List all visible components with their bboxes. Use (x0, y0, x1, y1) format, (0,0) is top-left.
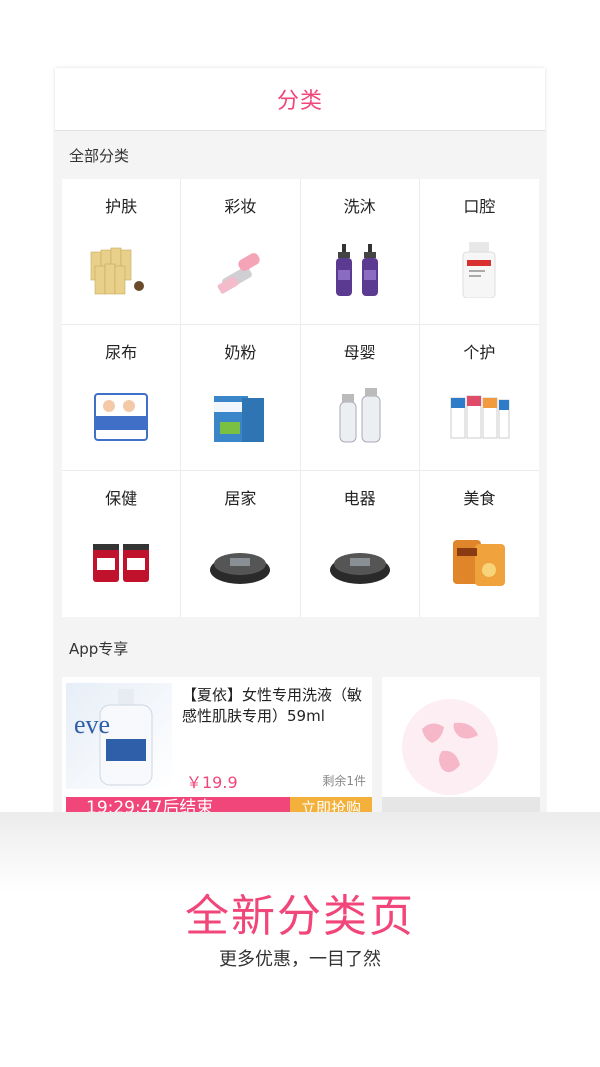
supplement-icon (86, 531, 156, 593)
category-label: 护肤 (105, 197, 138, 216)
phone-screen: 分类 全部分类 护肤 彩妆 洗沐 口腔 尿布 奶粉 母婴 个护 保健 居家 电器… (55, 68, 545, 828)
category-diaper[interactable]: 尿布 (62, 325, 182, 471)
category-personal-care[interactable]: 个护 (419, 325, 539, 471)
category-appliance[interactable]: 电器 (301, 471, 420, 617)
category-grid: 护肤 彩妆 洗沐 口腔 尿布 奶粉 母婴 个护 保健 居家 电器 美食 (62, 179, 539, 617)
header-bar: 分类 (55, 68, 545, 131)
category-food[interactable]: 美食 (420, 471, 539, 617)
category-health[interactable]: 保健 (62, 471, 182, 617)
robot-vacuum-icon (205, 531, 275, 593)
app-exclusive-heading: App专享 (69, 639, 129, 658)
category-label: 个护 (463, 343, 496, 362)
category-label: 居家 (224, 489, 257, 508)
snack-bag-icon (444, 531, 514, 593)
deal-stock: 剩余1件 (322, 774, 366, 788)
category-label: 尿布 (105, 343, 138, 362)
category-oral[interactable]: 口腔 (419, 179, 539, 325)
deal-card[interactable]: eve 【夏依】女性专用洗液（敏感性肌肤专用）59ml ￥19.9 剩余1件 1… (62, 677, 372, 819)
milk-powder-icon (205, 385, 275, 447)
category-label: 美食 (463, 489, 496, 508)
product-image: eve (66, 683, 172, 789)
side-promo-card[interactable] (382, 677, 540, 819)
svg-text:eve: eve (74, 710, 110, 739)
baby-bottle-icon (325, 385, 395, 447)
globe-icon (402, 699, 498, 795)
deal-title: 【夏依】女性专用洗液（敏感性肌肤专用）59ml (182, 686, 363, 725)
category-maternity[interactable]: 母婴 (300, 325, 420, 471)
page-title: 分类 (276, 89, 323, 114)
category-home[interactable]: 居家 (181, 471, 301, 617)
promo-headline: 全新分类页 (185, 891, 415, 942)
category-label: 奶粉 (224, 343, 257, 362)
category-skincare[interactable]: 护肤 (62, 179, 182, 325)
category-label: 彩妆 (224, 197, 257, 216)
deal-price: ￥19.9 (186, 773, 238, 792)
category-bath[interactable]: 洗沐 (300, 179, 420, 325)
app-exclusive-row: eve 【夏依】女性专用洗液（敏感性肌肤专用）59ml ￥19.9 剩余1件 1… (62, 677, 545, 819)
diaper-icon (86, 385, 156, 447)
lipstick-icon (205, 239, 275, 301)
promo-subline: 更多优惠，一目了然 (219, 949, 381, 970)
category-label: 洗沐 (343, 197, 376, 216)
category-label: 口腔 (463, 197, 496, 216)
body-wash-icon (325, 239, 395, 301)
toothpaste-icon (444, 385, 514, 447)
category-label: 电器 (343, 489, 376, 508)
category-label: 母婴 (343, 343, 376, 362)
skincare-icon (86, 239, 156, 301)
mouthwash-icon (444, 239, 514, 301)
category-makeup[interactable]: 彩妆 (181, 179, 301, 325)
category-formula[interactable]: 奶粉 (181, 325, 301, 471)
category-label: 保健 (105, 489, 138, 508)
robot-vacuum-icon (325, 531, 395, 593)
all-categories-heading: 全部分类 (69, 146, 130, 165)
